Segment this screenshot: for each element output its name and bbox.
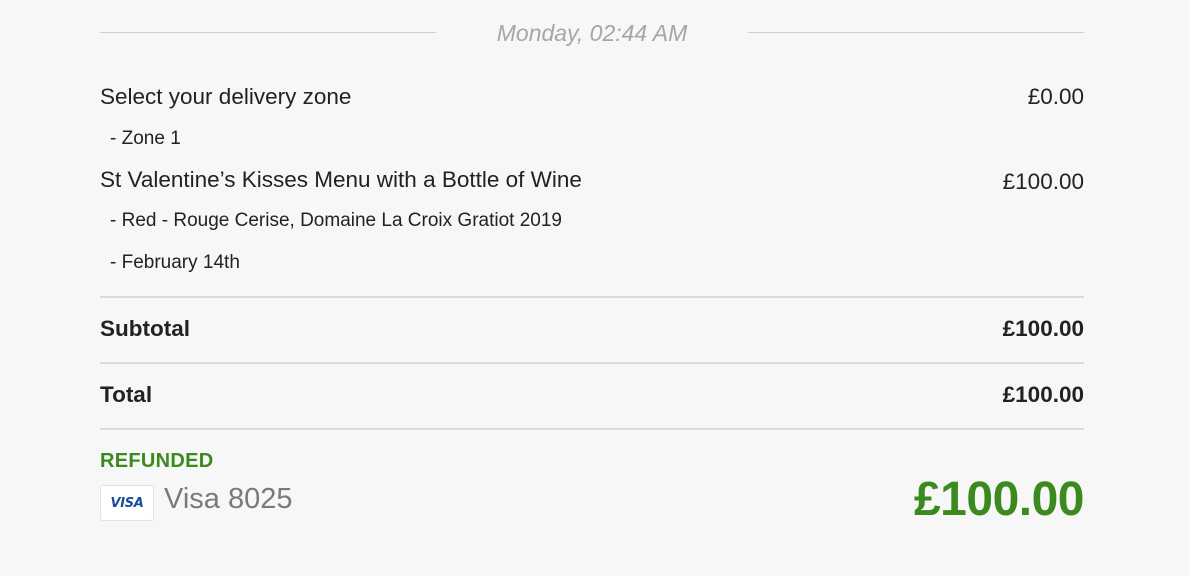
divider: [100, 428, 1084, 430]
refund-amount: £100.00: [913, 473, 1085, 526]
subtotal-label: Subtotal: [100, 316, 190, 341]
line-item-option: - Zone 1: [110, 128, 181, 149]
total-value: £100.00: [1002, 382, 1084, 407]
divider: [100, 296, 1084, 298]
divider-line-left: [100, 32, 436, 33]
line-item-valentine-menu: St Valentine’s Kisses Menu with a Bottle…: [100, 167, 1084, 277]
line-item-price: £0.00: [1027, 84, 1084, 109]
line-item-option: - Red - Rouge Cerise, Domaine La Croix G…: [110, 210, 562, 231]
total-row: Total £100.00: [100, 382, 1084, 412]
total-label: Total: [100, 382, 153, 407]
order-receipt: Monday, 02:44 AM Select your delivery zo…: [0, 0, 1190, 576]
divider-line-right: [748, 32, 1084, 33]
subtotal-row: Subtotal £100.00: [100, 316, 1084, 346]
line-item-price: £100.00: [1002, 169, 1084, 194]
line-item-delivery-zone: Select your delivery zone £0.00 - Zone 1: [100, 84, 1084, 156]
date-divider: Monday, 02:44 AM: [100, 18, 1084, 48]
payment-card-label: Visa 8025: [164, 483, 293, 515]
visa-card-icon: VISA: [100, 485, 154, 521]
order-timestamp: Monday, 02:44 AM: [496, 20, 688, 46]
visa-logo-text: VISA: [110, 495, 144, 511]
subtotal-value: £100.00: [1002, 316, 1084, 341]
refund-status-label: REFUNDED: [100, 450, 214, 472]
line-item-name: St Valentine’s Kisses Menu with a Bottle…: [100, 167, 582, 192]
line-item-option: - February 14th: [110, 252, 240, 273]
line-item-name: Select your delivery zone: [100, 84, 352, 109]
divider: [100, 362, 1084, 364]
